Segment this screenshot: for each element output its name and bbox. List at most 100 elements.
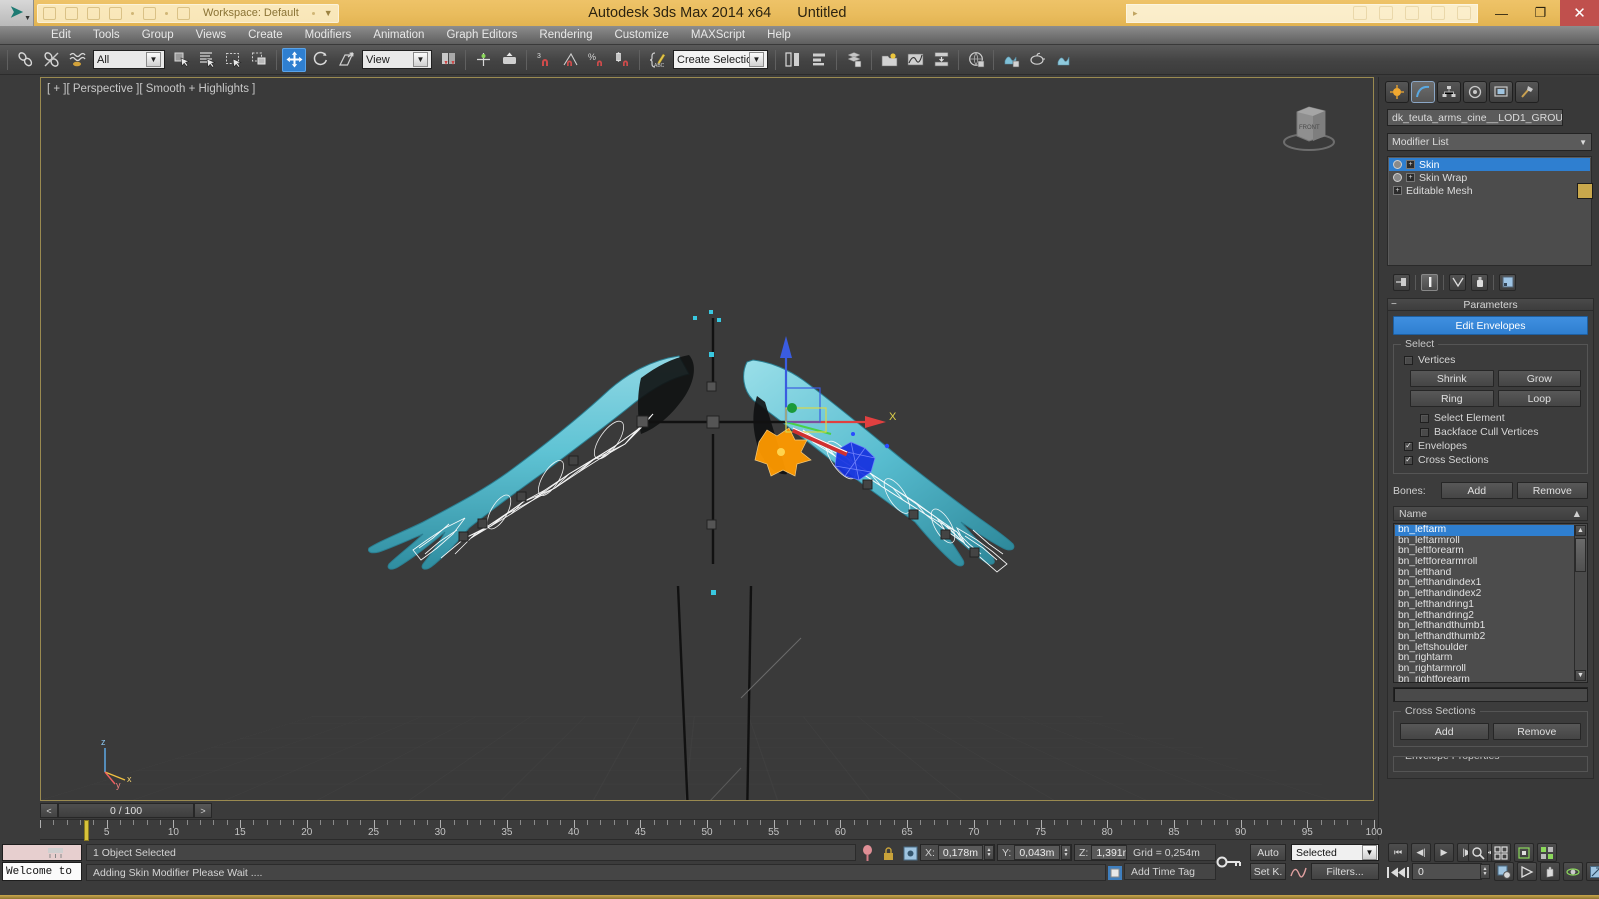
modify-tab[interactable] xyxy=(1411,81,1435,103)
unlink-selection-icon[interactable] xyxy=(39,48,63,72)
minimize-button[interactable]: — xyxy=(1482,0,1521,26)
expand-icon[interactable]: + xyxy=(1406,173,1415,182)
bone-list[interactable]: bn_leftarm bn_leftarmroll bn_leftforearm bn… xyxy=(1393,523,1588,683)
workspace-selector-label[interactable]: Workspace: Default xyxy=(199,7,303,19)
modifier-stack-item[interactable]: + Skin xyxy=(1389,158,1590,171)
infocenter-help-icon[interactable] xyxy=(1379,6,1393,20)
zoom-extents-icon[interactable] xyxy=(1514,843,1534,862)
collapse-icon[interactable]: − xyxy=(1391,299,1397,310)
bone-list-scrollbar[interactable]: ▲ ▼ xyxy=(1574,525,1586,681)
bone-list-item[interactable]: bn_rightforearm xyxy=(1395,675,1574,682)
menu-item-group[interactable]: Group xyxy=(131,26,185,45)
select-and-manipulate-icon[interactable] xyxy=(497,48,521,72)
bone-list-item[interactable]: bn_leftshoulder xyxy=(1395,643,1574,654)
toolbar-handle[interactable] xyxy=(7,49,8,70)
track-bar[interactable]: 5 10 15 20 25 30 35 40 45 50 55 60 65 70 75 80 85 90 95 100 xyxy=(40,819,1382,841)
modifier-stack-item[interactable]: + Skin Wrap xyxy=(1389,171,1590,184)
infocenter-subscription-icon[interactable] xyxy=(1405,6,1419,20)
bone-list-item[interactable]: bn_lefthand xyxy=(1395,568,1574,579)
use-pivot-point-center-icon[interactable] xyxy=(436,48,460,72)
display-tab[interactable] xyxy=(1489,81,1513,103)
schematic-view-icon[interactable] xyxy=(929,48,953,72)
use-selection-center-icon[interactable] xyxy=(471,48,495,72)
chevron-down-icon[interactable]: ▼ xyxy=(1362,845,1377,860)
select-and-link-icon[interactable] xyxy=(13,48,37,72)
timeline-playhead[interactable] xyxy=(84,820,89,841)
bone-list-item[interactable]: bn_lefthandring1 xyxy=(1395,600,1574,611)
menu-item-customize[interactable]: Customize xyxy=(603,26,679,45)
current-frame-input[interactable]: 0 xyxy=(1412,863,1482,880)
backface-cull-checkbox-row[interactable]: Backface Cull Vertices xyxy=(1420,425,1581,439)
absolute-relative-transform-icon[interactable] xyxy=(901,844,920,863)
object-name-field[interactable]: dk_teuta_arms_cine__LOD1_GROUP1 xyxy=(1387,109,1563,126)
infocenter-favorites-icon[interactable] xyxy=(1431,6,1445,20)
scroll-up-icon[interactable]: ▲ xyxy=(1575,525,1586,536)
y-coordinate-field[interactable]: Y: 0,043m ▲ ▼ xyxy=(997,844,1072,861)
spinner-snap-toggle-icon[interactable] xyxy=(610,48,634,72)
modifier-enable-icon[interactable] xyxy=(1393,160,1402,169)
backface-cull-checkbox[interactable] xyxy=(1420,427,1429,437)
maxscript-mini-listener[interactable] xyxy=(2,844,82,861)
remove-modifier-icon[interactable] xyxy=(1471,273,1488,291)
create-tab[interactable] xyxy=(1385,81,1409,103)
menu-item-views[interactable]: Views xyxy=(185,26,237,45)
redo-icon[interactable] xyxy=(143,6,156,20)
filters-button[interactable]: Filters... xyxy=(1311,863,1379,880)
align-icon[interactable] xyxy=(807,48,831,72)
maximize-button[interactable]: ❐ xyxy=(1521,0,1560,26)
cross-section-remove-button[interactable]: Remove xyxy=(1492,723,1581,740)
make-unique-icon[interactable] xyxy=(1449,273,1466,291)
grow-button[interactable]: Grow xyxy=(1497,370,1581,387)
modifier-stack[interactable]: + Skin + Skin Wrap + Editable Mesh xyxy=(1387,156,1592,266)
bone-list-header[interactable]: Name ▲ xyxy=(1393,506,1588,521)
time-configuration-icon[interactable] xyxy=(1494,862,1514,881)
select-and-move-icon[interactable] xyxy=(282,47,306,72)
bones-remove-button[interactable]: Remove xyxy=(1516,482,1588,499)
select-and-rotate-icon[interactable] xyxy=(308,48,332,72)
render-production-icon[interactable] xyxy=(1051,48,1075,72)
edit-envelopes-button[interactable]: Edit Envelopes xyxy=(1393,316,1588,335)
workspace-chevron-icon[interactable]: ▼ xyxy=(324,8,333,18)
zoom-extents-all-icon[interactable] xyxy=(1537,843,1557,862)
x-coordinate-field[interactable]: X: 0,178m ▲ ▼ xyxy=(920,844,995,861)
x-spinner[interactable]: ▲ ▼ xyxy=(984,845,994,860)
track-view-toggle-icon[interactable] xyxy=(46,843,65,862)
scrollbar-thumb[interactable] xyxy=(1575,538,1586,572)
object-color-swatch[interactable] xyxy=(1577,183,1593,199)
mirror-icon[interactable] xyxy=(781,48,805,72)
percent-snap-toggle-icon[interactable]: % xyxy=(584,48,608,72)
configure-modifier-sets-icon[interactable] xyxy=(1499,273,1516,291)
modifier-list-dropdown[interactable]: Modifier List ▼ xyxy=(1387,133,1592,151)
add-time-tag-icon[interactable] xyxy=(1105,863,1124,882)
scroll-down-icon[interactable]: ▼ xyxy=(1575,670,1586,681)
chevron-down-icon[interactable]: ▼ xyxy=(1579,138,1587,147)
app-menu-button[interactable]: ➤ ▼ xyxy=(0,0,34,26)
previous-frame-button[interactable]: < xyxy=(40,803,58,818)
bone-list-item[interactable]: bn_leftarm xyxy=(1395,525,1574,536)
open-file-icon[interactable] xyxy=(65,6,78,20)
curve-editor-icon[interactable] xyxy=(903,48,927,72)
y-spinner[interactable]: ▲ ▼ xyxy=(1061,845,1071,860)
named-selection-sets-combo[interactable]: Create Selection Se ▼ xyxy=(673,50,768,69)
utilities-tab[interactable] xyxy=(1515,81,1539,103)
shrink-button[interactable]: Shrink xyxy=(1410,370,1494,387)
cross-section-add-button[interactable]: Add xyxy=(1400,723,1489,740)
y-value[interactable]: 0,043m xyxy=(1014,845,1060,860)
undo-icon[interactable] xyxy=(109,6,122,20)
orbit-icon[interactable] xyxy=(1563,862,1583,881)
envelopes-checkbox-row[interactable]: ✓ Envelopes xyxy=(1404,439,1581,453)
render-setup-icon[interactable] xyxy=(999,48,1023,72)
lock-selection-icon[interactable] xyxy=(879,844,898,863)
angle-snap-toggle-icon[interactable] xyxy=(558,48,582,72)
menu-item-edit[interactable]: Edit xyxy=(40,26,82,45)
auto-key-button[interactable]: Auto xyxy=(1250,844,1286,861)
next-frame-button[interactable]: > xyxy=(194,803,212,818)
edit-named-selection-sets-icon[interactable]: ABC xyxy=(645,48,669,72)
save-file-icon[interactable] xyxy=(87,6,100,20)
expand-icon[interactable]: + xyxy=(1393,186,1402,195)
select-and-scale-icon[interactable] xyxy=(334,48,358,72)
parameters-rollout-header[interactable]: − Parameters xyxy=(1387,298,1594,311)
previous-key-icon[interactable]: ◀| xyxy=(1411,843,1431,862)
pin-stack-icon[interactable] xyxy=(1393,273,1410,291)
menu-item-create[interactable]: Create xyxy=(237,26,294,45)
